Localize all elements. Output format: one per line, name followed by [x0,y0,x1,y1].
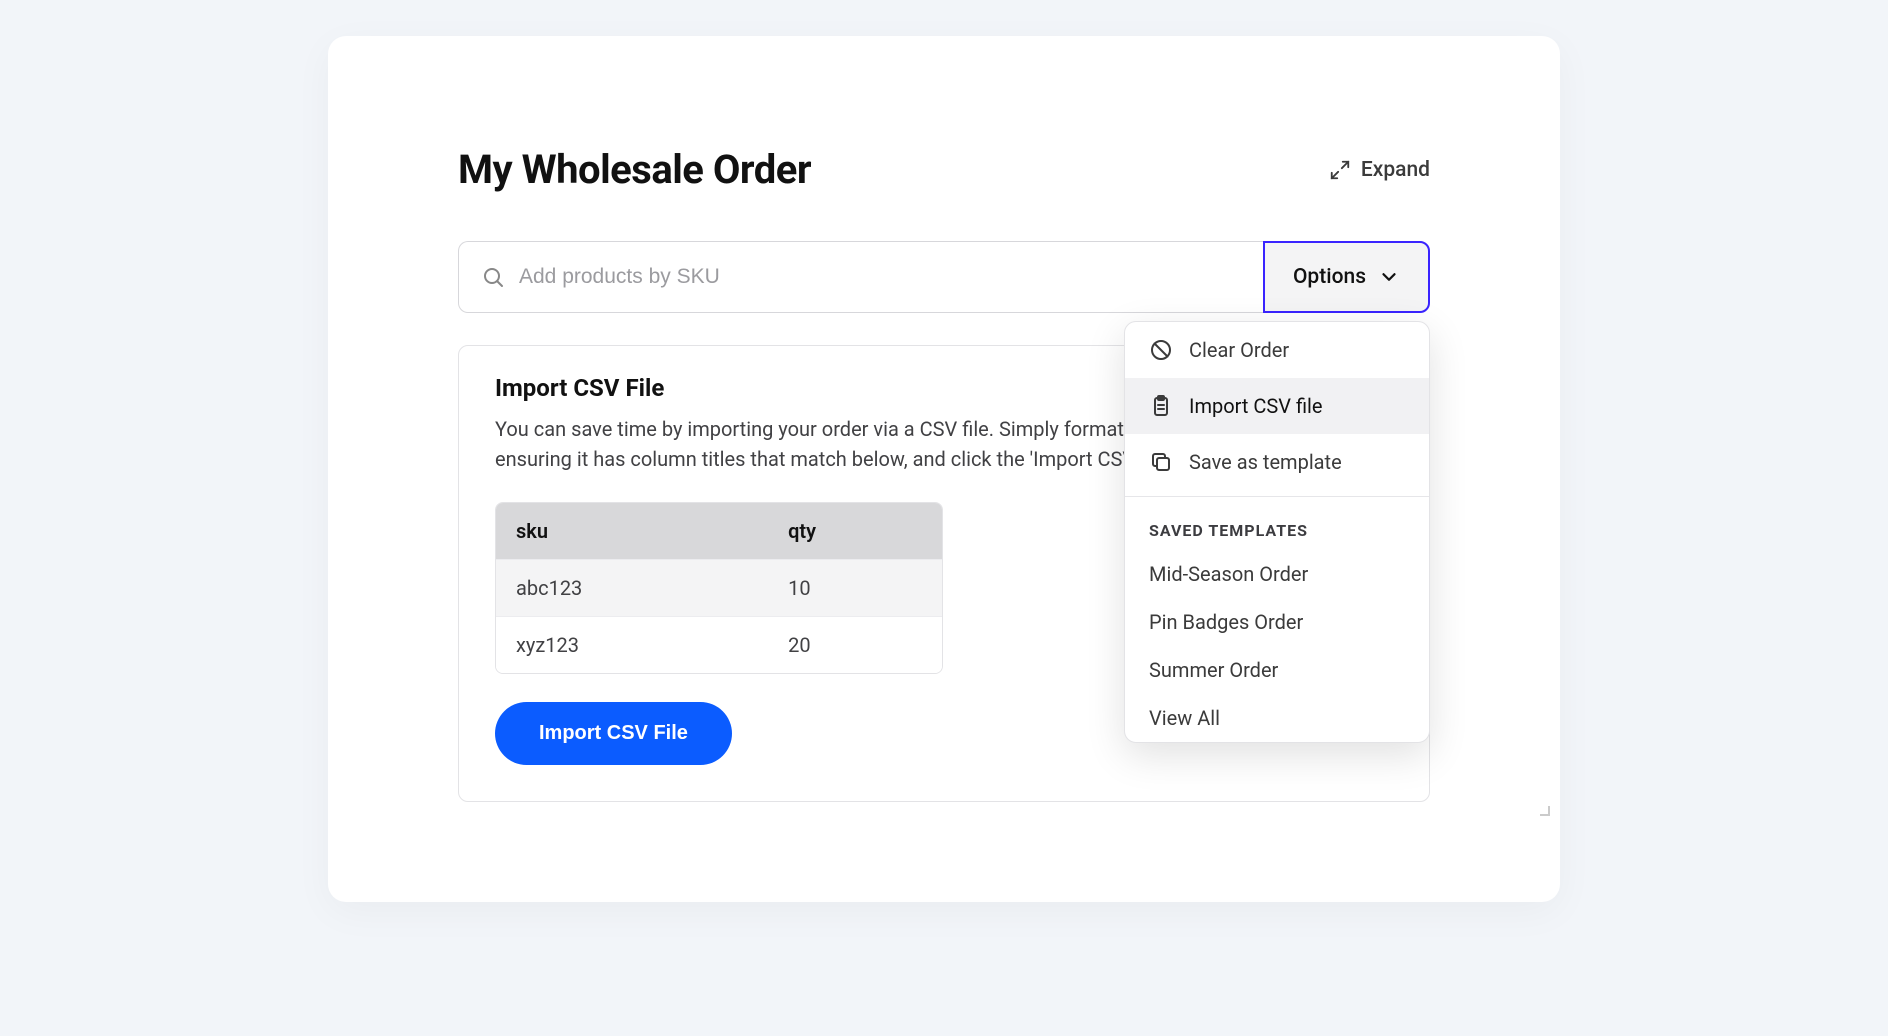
controls-row: Options Clear Order Import CSV file [458,241,1430,313]
clipboard-icon [1149,394,1173,418]
dropdown-templates-heading: SAVED TEMPLATES [1125,497,1429,550]
dropdown-item-label: Save as template [1189,450,1342,474]
table-header-cell: qty [768,503,942,559]
table-cell: 20 [768,616,942,673]
dropdown-template-item[interactable]: Summer Order [1125,646,1429,694]
dropdown-item-import-csv[interactable]: Import CSV file [1125,378,1429,434]
resize-handle-icon[interactable] [1536,802,1550,816]
search-icon [481,265,505,289]
options-button[interactable]: Options [1263,241,1430,313]
table-cell: xyz123 [496,616,768,673]
options-dropdown: Clear Order Import CSV file Save as temp… [1124,321,1430,743]
dropdown-template-view-all[interactable]: View All [1125,694,1429,742]
expand-button[interactable]: Expand [1329,158,1430,182]
dropdown-item-clear-order[interactable]: Clear Order [1125,322,1429,378]
options-button-label: Options [1293,265,1366,289]
expand-icon [1329,159,1351,181]
dropdown-template-item[interactable]: Pin Badges Order [1125,598,1429,646]
search-wrap[interactable] [458,241,1263,313]
dropdown-item-save-template[interactable]: Save as template [1125,434,1429,490]
expand-label: Expand [1361,158,1430,182]
table-row: xyz123 20 [496,616,942,673]
dropdown-item-label: Clear Order [1189,338,1289,362]
copy-icon [1149,450,1173,474]
table-cell: abc123 [496,559,768,616]
table-header-cell: sku [496,503,768,559]
dropdown-item-label: Import CSV file [1189,394,1323,418]
chevron-down-icon [1378,266,1400,288]
page-title: My Wholesale Order [458,146,811,193]
order-card: My Wholesale Order Expand Options [328,36,1560,902]
table-row: abc123 10 [496,559,942,616]
table-cell: 10 [768,559,942,616]
card-header: My Wholesale Order Expand [458,146,1430,193]
import-csv-button[interactable]: Import CSV File [495,702,732,765]
table-header-row: sku qty [496,503,942,559]
search-input[interactable] [519,265,1241,289]
csv-example-table: sku qty abc123 10 xyz123 20 [495,502,943,674]
dropdown-template-item[interactable]: Mid-Season Order [1125,550,1429,598]
ban-icon [1149,338,1173,362]
